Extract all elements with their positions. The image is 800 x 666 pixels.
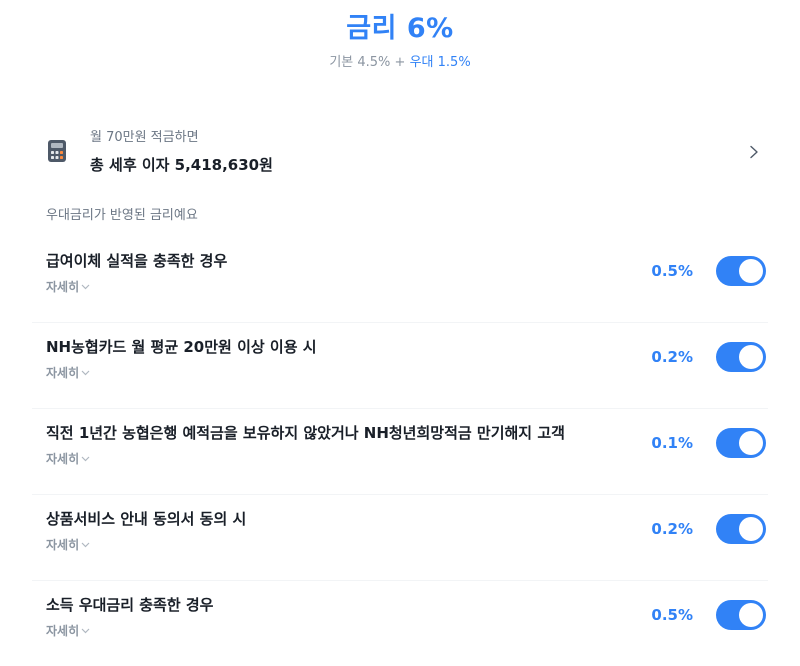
condition-rate: 0.2% bbox=[651, 520, 693, 538]
condition-title: 상품서비스 안내 동의서 동의 시 bbox=[46, 510, 247, 528]
chevron-down-icon bbox=[81, 370, 90, 376]
detail-label: 자세히 bbox=[46, 452, 80, 466]
toggle-knob bbox=[739, 603, 763, 627]
condition-title: 소득 우대금리 충족한 경우 bbox=[46, 596, 214, 614]
rate-breakdown: 기본 4.5% + 우대 1.5% bbox=[0, 51, 800, 70]
interest-rate-title: 금리 6% bbox=[346, 13, 454, 44]
calculator-icon bbox=[48, 140, 66, 162]
condition-title: 직전 1년간 농협은행 예적금을 보유하지 않았거나 NH청년희망적금 만기해지… bbox=[46, 424, 565, 442]
chevron-down-icon bbox=[81, 456, 90, 462]
condition-toggle[interactable] bbox=[716, 342, 766, 372]
condition-toggle[interactable] bbox=[716, 428, 766, 458]
detail-link[interactable]: 자세히 bbox=[46, 536, 90, 553]
chevron-down-icon bbox=[81, 628, 90, 634]
detail-label: 자세히 bbox=[46, 624, 80, 638]
detail-label: 자세히 bbox=[46, 366, 80, 380]
detail-link[interactable]: 자세히 bbox=[46, 364, 90, 381]
detail-label: 자세히 bbox=[46, 538, 80, 552]
toggle-knob bbox=[739, 345, 763, 369]
plus-sign: + bbox=[394, 55, 406, 70]
condition-toggle[interactable] bbox=[716, 256, 766, 286]
condition-toggle[interactable] bbox=[716, 600, 766, 630]
condition-toggle[interactable] bbox=[716, 514, 766, 544]
detail-label: 자세히 bbox=[46, 280, 80, 294]
condition-rate: 0.1% bbox=[651, 434, 693, 452]
condition-rate: 0.5% bbox=[651, 262, 693, 280]
condition-rate: 0.2% bbox=[651, 348, 693, 366]
toggle-knob bbox=[739, 431, 763, 455]
toggle-knob bbox=[739, 517, 763, 541]
calculator-label: 월 70만원 적금하면 bbox=[90, 130, 199, 145]
chevron-down-icon bbox=[81, 284, 90, 290]
condition-row: 급여이체 실적을 충족한 경우 자세히 0.5% bbox=[32, 236, 768, 323]
preferential-rate-caption: 우대금리가 반영된 금리예요 bbox=[46, 208, 198, 223]
condition-row: NH농협카드 월 평균 20만원 이상 이용 시 자세히 0.2% bbox=[32, 322, 768, 409]
detail-link[interactable]: 자세히 bbox=[46, 278, 90, 295]
bonus-rate-text: 우대 1.5% bbox=[409, 55, 471, 70]
total-interest-value: 총 세후 이자 5,418,630원 bbox=[90, 156, 273, 174]
condition-title: 급여이체 실적을 충족한 경우 bbox=[46, 252, 228, 270]
chevron-down-icon bbox=[81, 542, 90, 548]
base-rate-text: 기본 4.5% bbox=[329, 55, 391, 70]
condition-row: 직전 1년간 농협은행 예적금을 보유하지 않았거나 NH청년희망적금 만기해지… bbox=[32, 408, 768, 495]
chevron-right-icon bbox=[748, 144, 760, 159]
condition-rate: 0.5% bbox=[651, 606, 693, 624]
interest-calculator-row[interactable]: 월 70만원 적금하면 총 세후 이자 5,418,630원 bbox=[32, 118, 768, 182]
condition-row: 상품서비스 안내 동의서 동의 시 자세히 0.2% bbox=[32, 494, 768, 581]
detail-link[interactable]: 자세히 bbox=[46, 450, 90, 467]
condition-row: 소득 우대금리 충족한 경우 자세히 0.5% bbox=[32, 580, 768, 666]
detail-link[interactable]: 자세히 bbox=[46, 622, 90, 639]
condition-title: NH농협카드 월 평균 20만원 이상 이용 시 bbox=[46, 338, 317, 356]
toggle-knob bbox=[739, 259, 763, 283]
